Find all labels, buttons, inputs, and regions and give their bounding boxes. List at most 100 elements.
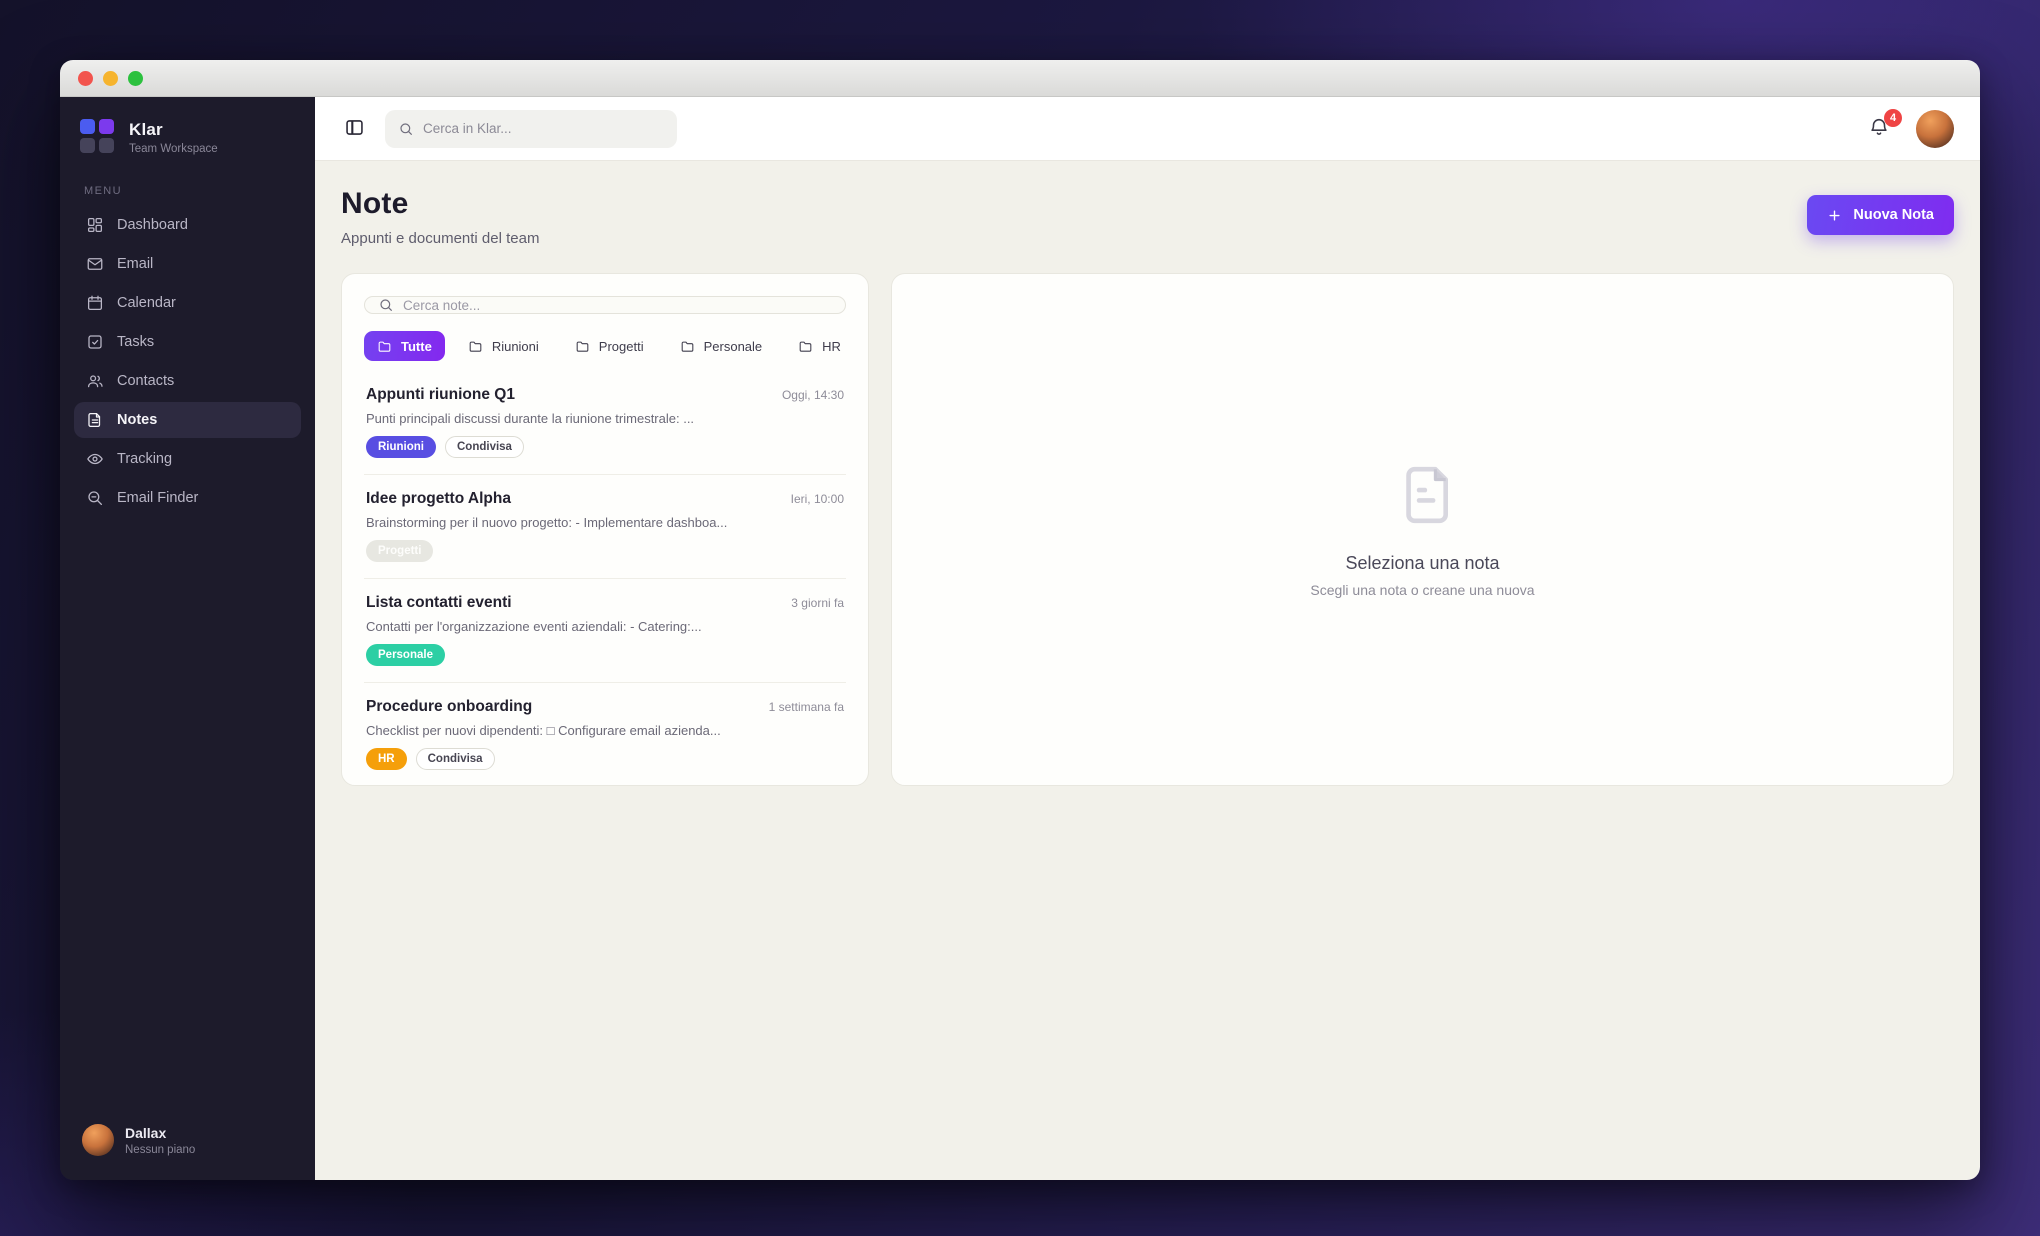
note-snippet: Brainstorming per il nuovo progetto: - I… xyxy=(366,515,728,530)
minimize-button[interactable] xyxy=(103,70,118,86)
user-name: Dallax xyxy=(125,1124,167,1141)
workspace-name: Klar xyxy=(129,119,163,139)
sidebar-item-label: Calendar xyxy=(117,295,176,311)
notes-list-panel: Tutte Riunioni Progetti xyxy=(341,273,869,786)
task-check-icon xyxy=(86,333,104,351)
note-title: Idee progetto Alpha xyxy=(366,490,511,507)
desktop-background: Klar Team Workspace MENU Dashboard Email… xyxy=(0,0,2040,1236)
sidebar-item-label: Notes xyxy=(117,412,158,428)
notes-search[interactable] xyxy=(364,296,846,314)
user-profile[interactable]: Dallax Nessun piano xyxy=(74,1116,301,1164)
sidebar-item-tracking[interactable]: Tracking xyxy=(74,441,301,477)
folder-icon xyxy=(576,341,589,352)
topbar: 4 xyxy=(315,97,1980,161)
user-avatar xyxy=(82,1124,114,1156)
sidebar-item-dashboard[interactable]: Dashboard xyxy=(74,207,301,243)
mail-icon xyxy=(86,255,104,273)
note-badges: HR Condivisa xyxy=(366,748,844,770)
note-detail-panel: Seleziona una nota Scegli una nota o cre… xyxy=(891,273,1954,786)
panels-row: Tutte Riunioni Progetti xyxy=(341,273,1954,786)
page-header: Note Appunti e documenti del team Nuova … xyxy=(341,187,1954,247)
note-snippet: Checklist per nuovi dipendenti: □ Config… xyxy=(366,723,721,738)
note-title: Lista contatti eventi xyxy=(366,594,512,611)
calendar-icon xyxy=(86,294,104,312)
notes-page: Note Appunti e documenti del team Nuova … xyxy=(315,161,1980,1180)
folder-icon xyxy=(799,341,812,352)
app-logo-icon xyxy=(80,119,116,155)
users-icon xyxy=(86,372,104,390)
note-title: Procedure onboarding xyxy=(366,698,533,715)
topbar-right: 4 xyxy=(1868,108,1954,148)
shared-badge: Condivisa xyxy=(415,748,495,770)
filter-tutte[interactable]: Tutte xyxy=(364,331,445,361)
search-icon xyxy=(380,299,392,311)
profile-avatar[interactable] xyxy=(1916,109,1954,148)
page-subtitle: Appunti e documenti del team xyxy=(341,230,540,247)
note-badges: Personale xyxy=(366,644,844,666)
sidebar-item-label: Dashboard xyxy=(117,217,188,233)
global-search[interactable] xyxy=(385,109,677,148)
filter-riunioni[interactable]: Riunioni xyxy=(455,331,552,361)
workspace-subtitle: Team Workspace xyxy=(129,142,218,155)
note-timestamp: 3 giorni fa xyxy=(791,596,844,610)
sidebar-item-label: Tasks xyxy=(117,334,155,350)
sidebar-item-contacts[interactable]: Contacts xyxy=(74,363,301,399)
filter-label: Tutte xyxy=(401,338,432,354)
notification-count-badge: 4 xyxy=(1884,108,1902,127)
note-badges: Riunioni Condivisa xyxy=(366,436,844,458)
note-timestamp: Ieri, 10:00 xyxy=(790,492,844,506)
note-badges: Progetti xyxy=(366,540,844,562)
note-timestamp: 1 settimana fa xyxy=(768,700,844,714)
note-list-item[interactable]: Appunti riunione Q1 Oggi, 14:30 Punti pr… xyxy=(364,371,846,475)
filter-personale[interactable]: Personale xyxy=(667,331,776,361)
eye-icon xyxy=(86,450,104,468)
panel-left-icon xyxy=(344,117,365,141)
workspace-header: Klar Team Workspace xyxy=(74,119,301,155)
filter-hr[interactable]: HR xyxy=(785,331,854,361)
sidebar-item-label: Email xyxy=(117,256,154,272)
notes-search-input[interactable] xyxy=(403,297,832,313)
sidebar-nav: Dashboard Email Calendar Tasks Contacts … xyxy=(74,207,301,516)
filter-chips: Tutte Riunioni Progetti Personale HR xyxy=(364,331,846,361)
notes-list: Appunti riunione Q1 Oggi, 14:30 Punti pr… xyxy=(364,371,846,786)
sidebar-item-label: Email Finder xyxy=(117,490,199,506)
empty-state-title: Seleziona una nota xyxy=(1345,552,1500,573)
document-empty-icon xyxy=(1390,462,1456,533)
file-text-icon xyxy=(86,411,104,429)
new-note-button[interactable]: Nuova Nota xyxy=(1807,195,1954,235)
search-find-icon xyxy=(86,489,104,507)
sidebar: Klar Team Workspace MENU Dashboard Email… xyxy=(60,97,315,1180)
maximize-button[interactable] xyxy=(128,70,143,86)
filter-label: HR xyxy=(822,338,841,354)
note-snippet: Punti principali discussi durante la riu… xyxy=(366,411,695,426)
window-titlebar xyxy=(60,60,1980,97)
filter-label: Personale xyxy=(703,338,763,354)
filter-label: Progetti xyxy=(598,338,644,354)
empty-state-subtitle: Scegli una nota o creane una nuova xyxy=(1310,581,1535,598)
user-plan: Nessun piano xyxy=(125,1143,196,1156)
note-list-item[interactable]: Procedure onboarding 1 settimana fa Chec… xyxy=(364,683,846,786)
folder-icon xyxy=(469,341,482,352)
sidebar-item-label: Contacts xyxy=(117,373,175,389)
sidebar-item-email-finder[interactable]: Email Finder xyxy=(74,480,301,516)
note-snippet: Contatti per l'organizzazione eventi azi… xyxy=(366,619,702,634)
filter-label: Riunioni xyxy=(491,338,539,354)
search-icon xyxy=(400,122,412,135)
sidebar-item-email[interactable]: Email xyxy=(74,246,301,282)
sidebar-item-notes[interactable]: Notes xyxy=(74,402,301,438)
main-area: 4 Note Appunti e documenti del team N xyxy=(315,97,1980,1180)
notifications-button[interactable]: 4 xyxy=(1868,108,1902,142)
shared-badge: Condivisa xyxy=(445,436,524,458)
app-window: Klar Team Workspace MENU Dashboard Email… xyxy=(60,60,1980,1180)
note-list-item[interactable]: Lista contatti eventi 3 giorni fa Contat… xyxy=(364,579,846,683)
sidebar-item-calendar[interactable]: Calendar xyxy=(74,285,301,321)
close-button[interactable] xyxy=(78,70,93,86)
global-search-input[interactable] xyxy=(423,121,664,136)
page-title: Note xyxy=(341,187,409,220)
note-list-item[interactable]: Idee progetto Alpha Ieri, 10:00 Brainsto… xyxy=(364,475,846,579)
note-title: Appunti riunione Q1 xyxy=(366,386,515,403)
sidebar-toggle-button[interactable] xyxy=(341,116,367,142)
filter-progetti[interactable]: Progetti xyxy=(562,331,657,361)
category-badge: Personale xyxy=(366,644,445,666)
sidebar-item-tasks[interactable]: Tasks xyxy=(74,324,301,360)
